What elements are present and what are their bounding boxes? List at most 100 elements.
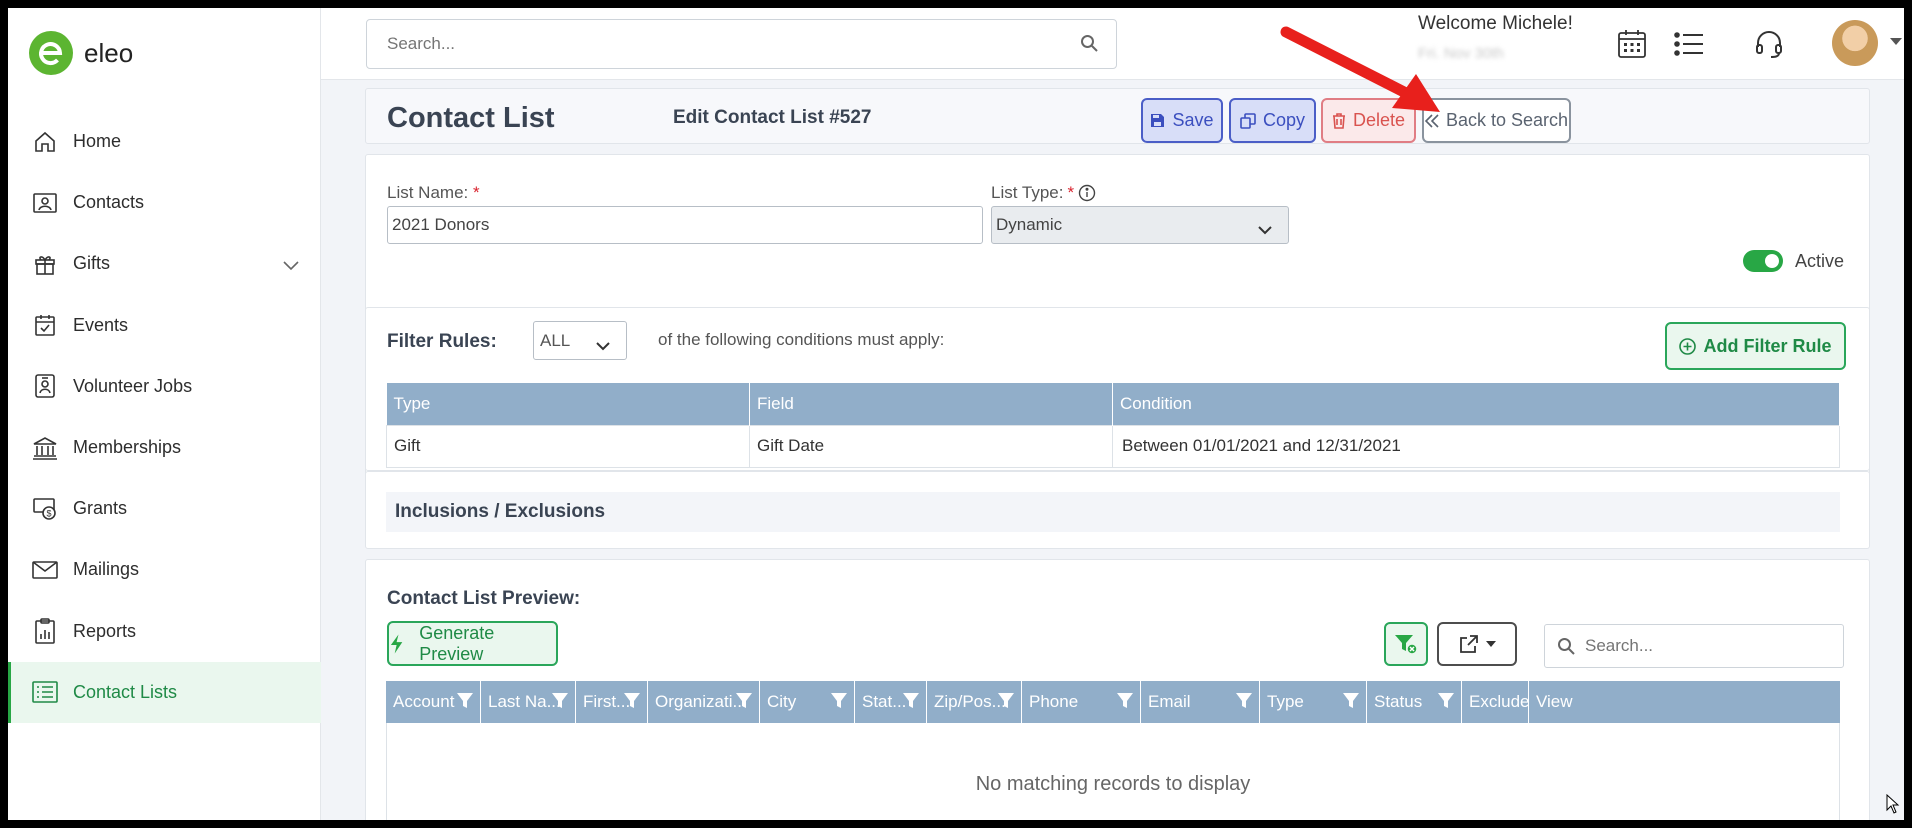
filter-icon[interactable] <box>456 692 474 715</box>
clear-filter-button[interactable] <box>1384 622 1428 666</box>
column-header-zip[interactable]: Zip/Pos... <box>927 681 1022 723</box>
home-icon <box>30 127 60 157</box>
filter-icon[interactable] <box>623 692 641 715</box>
sidebar-item-volunteer-jobs[interactable]: Volunteer Jobs <box>8 356 321 417</box>
column-header-type[interactable]: Type <box>1260 681 1367 723</box>
eleo-logo-icon <box>29 31 73 75</box>
money-icon: $ <box>30 494 60 524</box>
sidebar-item-contact-lists[interactable]: Contact Lists <box>8 661 321 724</box>
column-header-phone[interactable]: Phone <box>1022 681 1141 723</box>
sidebar-item-label: Volunteer Jobs <box>73 375 193 396</box>
filter-icon[interactable] <box>997 692 1015 715</box>
gift-icon <box>30 249 60 279</box>
sidebar-item-reports[interactable]: Reports <box>8 601 321 662</box>
calendar-check-icon <box>30 310 60 340</box>
filter-rules-table: Type Field Condition Gift Gift Date Betw… <box>386 383 1840 468</box>
caret-down-icon <box>1485 641 1496 647</box>
add-filter-rule-button[interactable]: Add Filter Rule <box>1665 322 1846 370</box>
column-header-type: Type <box>386 383 750 425</box>
search-icon[interactable] <box>1080 34 1098 57</box>
sidebar-item-gifts[interactable]: Gifts <box>8 233 321 294</box>
clipboard-chart-icon <box>30 616 60 646</box>
red-arrow-annotation <box>1280 26 1440 112</box>
preview-grid-body: No matching records to display <box>386 723 1840 820</box>
column-header-organization[interactable]: Organizati... <box>648 681 760 723</box>
sidebar-item-contacts[interactable]: Contacts <box>8 172 321 233</box>
lightning-icon <box>390 634 403 653</box>
save-button[interactable]: Save <box>1141 98 1223 143</box>
generate-preview-button[interactable]: Generate Preview <box>387 621 558 666</box>
chevron-down-icon <box>1258 220 1272 240</box>
column-header-status[interactable]: Status <box>1367 681 1462 723</box>
column-header-first-name[interactable]: First... <box>576 681 648 723</box>
copy-icon <box>1240 112 1256 129</box>
chevron-down-icon[interactable] <box>283 255 299 276</box>
column-header-city[interactable]: City <box>760 681 855 723</box>
empty-message: No matching records to display <box>975 773 1251 795</box>
cell-type: Gift <box>386 424 750 468</box>
column-header-last-name[interactable]: Last Na... <box>481 681 576 723</box>
global-search-input[interactable] <box>367 20 1047 68</box>
back-label: Back to Search <box>1445 110 1569 130</box>
sidebar-item-events[interactable]: Events <box>8 295 321 356</box>
filter-icon[interactable] <box>830 692 848 715</box>
task-list-icon[interactable] <box>1671 26 1707 62</box>
sidebar-item-label: Memberships <box>73 437 182 458</box>
logo-text: eleo <box>84 37 134 68</box>
sidebar-item-label: Home <box>73 131 122 152</box>
info-icon[interactable] <box>1078 184 1096 202</box>
headset-icon[interactable] <box>1751 26 1787 62</box>
filter-icon[interactable] <box>1116 692 1134 715</box>
cell-field: Gift Date <box>749 424 1113 468</box>
sidebar-item-label: Grants <box>73 498 128 519</box>
filter-icon[interactable] <box>902 692 920 715</box>
caret-down-icon[interactable] <box>1890 38 1902 45</box>
column-header-account[interactable]: Account <box>386 681 481 723</box>
column-header-email[interactable]: Email <box>1141 681 1260 723</box>
svg-text:$: $ <box>47 508 52 518</box>
sidebar-item-grants[interactable]: $ Grants <box>8 478 321 539</box>
cell-condition: Between 01/01/2021 and 12/31/2021 <box>1112 424 1840 468</box>
column-header-exclude[interactable]: Exclude <box>1462 681 1529 723</box>
page-header: Contact List Edit Contact List #527 Save… <box>365 88 1870 144</box>
filter-icon[interactable] <box>1342 692 1360 715</box>
table-row[interactable]: Gift Gift Date Between 01/01/2021 and 12… <box>386 424 1840 468</box>
calendar-icon[interactable] <box>1614 26 1650 62</box>
filter-icon[interactable] <box>551 692 569 715</box>
sidebar-nav: Home Contacts Gifts Events Volunteer Job… <box>8 111 321 724</box>
page-subtitle: Edit Contact List #527 <box>673 107 872 128</box>
preview-section: Contact List Preview: Generate Preview A… <box>365 559 1870 820</box>
app-window: eleo Home Contacts Gifts Events Voluntee… <box>8 8 1904 820</box>
export-button[interactable] <box>1437 622 1517 666</box>
condition-text: of the following conditions must apply: <box>658 330 945 349</box>
logo[interactable]: eleo <box>29 31 133 75</box>
search-icon <box>1557 637 1575 660</box>
global-search <box>366 19 1117 69</box>
match-select[interactable]: ALL <box>533 321 627 360</box>
filter-icon[interactable] <box>735 692 753 715</box>
inclusions-title: Inclusions / Exclusions <box>395 501 606 522</box>
inclusions-header[interactable]: Inclusions / Exclusions <box>386 492 1840 532</box>
preview-search-input[interactable] <box>1585 625 1835 667</box>
active-label: Active <box>1795 251 1845 271</box>
sidebar-item-home[interactable]: Home <box>8 111 321 172</box>
filter-icon[interactable] <box>1437 692 1455 715</box>
top-bar: Welcome Michele! Fri. Nov 30th <box>321 8 1904 80</box>
column-header-view[interactable]: View <box>1529 681 1840 723</box>
column-header-field: Field <box>749 383 1113 425</box>
list-icon <box>30 677 60 707</box>
sidebar-item-label: Events <box>73 314 129 335</box>
user-avatar[interactable] <box>1832 20 1878 66</box>
list-name-input[interactable]: 2021 Donors <box>387 206 983 244</box>
filter-icon[interactable] <box>1235 692 1253 715</box>
active-toggle[interactable] <box>1743 250 1783 272</box>
contacts-icon <box>30 188 60 218</box>
page-title: Contact List <box>387 102 555 134</box>
sidebar-item-mailings[interactable]: Mailings <box>8 539 321 600</box>
preview-grid-header: Account Last Na... First... Organizati..… <box>386 681 1840 723</box>
list-type-select[interactable]: Dynamic <box>991 206 1289 244</box>
list-type-label: List Type: * <box>991 183 1096 203</box>
sidebar-item-memberships[interactable]: Memberships <box>8 417 321 478</box>
column-header-state[interactable]: Stat... <box>855 681 927 723</box>
sidebar-item-label: Contacts <box>73 192 145 213</box>
